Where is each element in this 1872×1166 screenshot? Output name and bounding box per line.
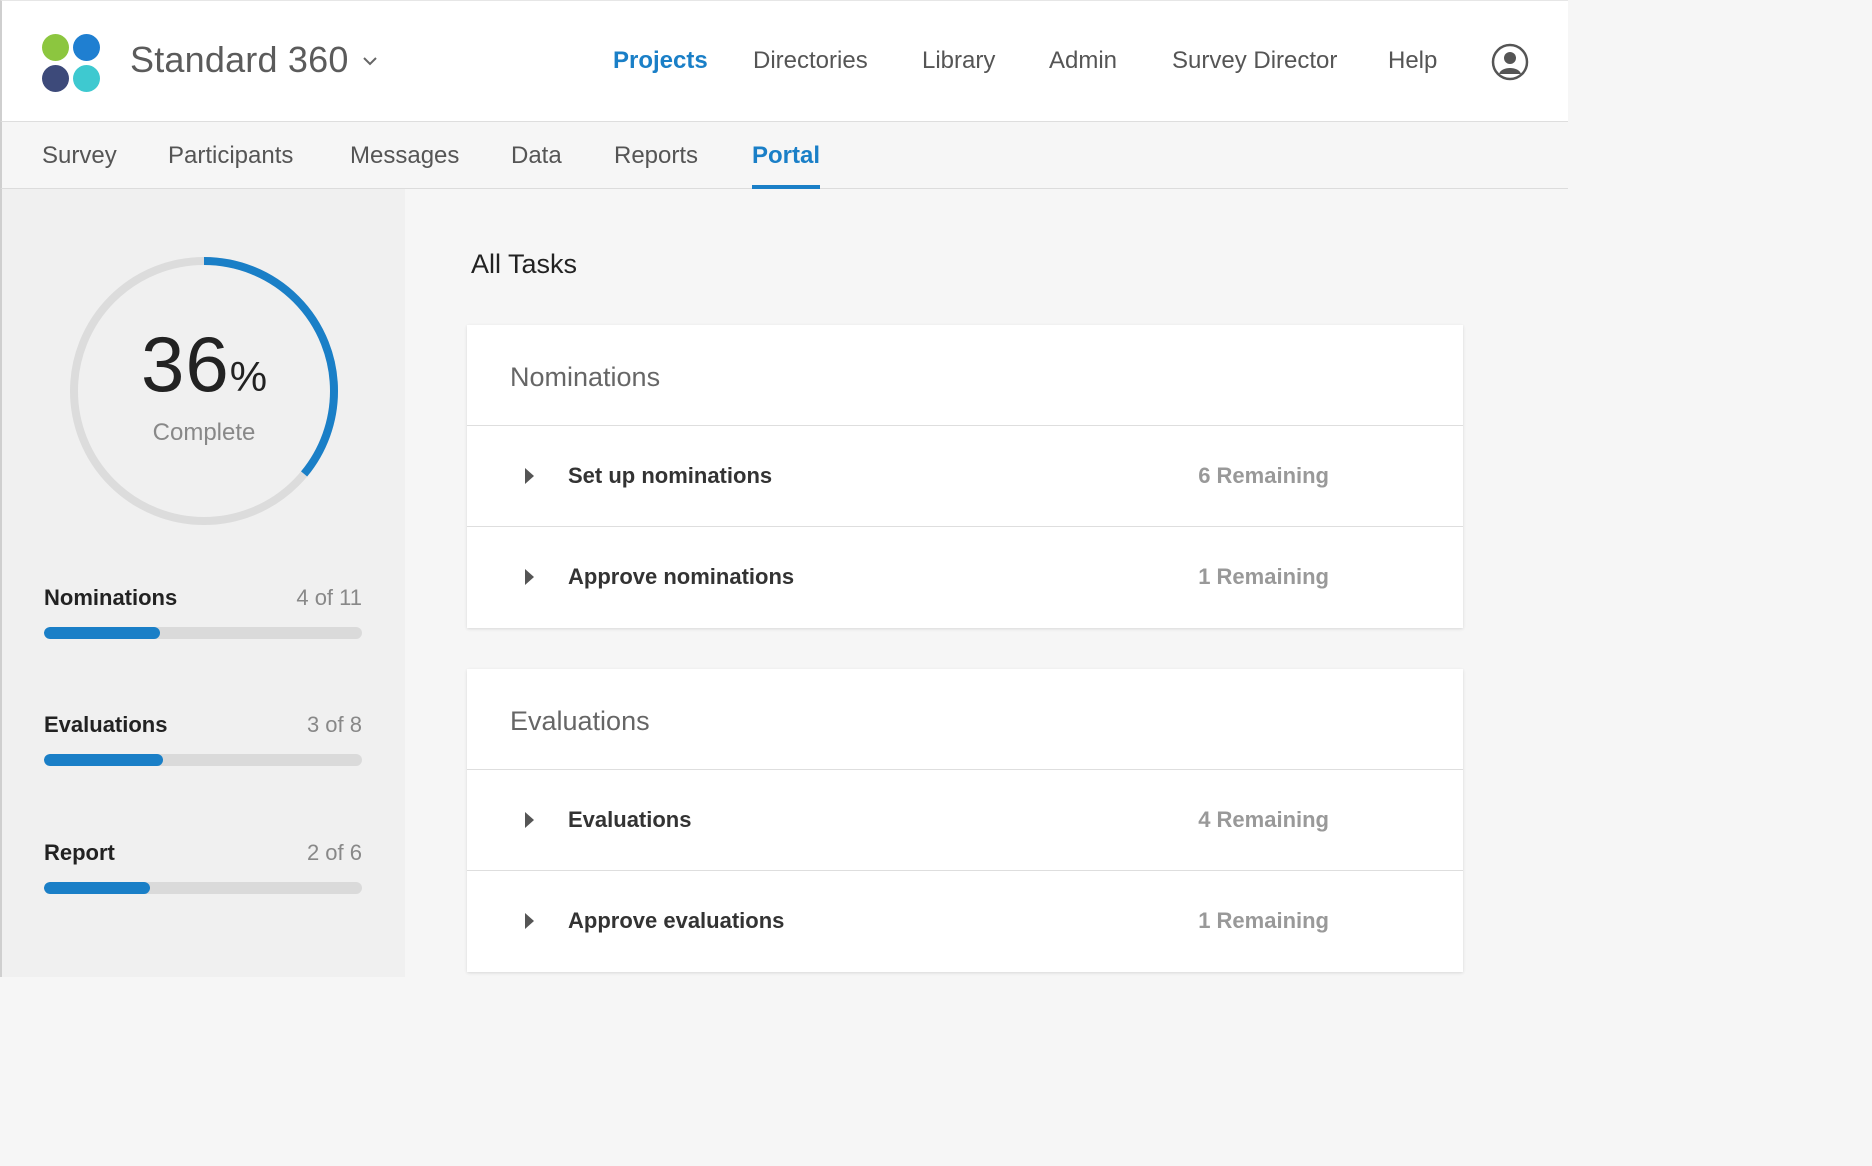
card-header: Nominations bbox=[467, 325, 1463, 426]
completion-percent: 36% bbox=[68, 325, 340, 403]
card-header: Evaluations bbox=[467, 669, 1463, 770]
card-title: Evaluations bbox=[510, 706, 650, 736]
task-name: Approve nominations bbox=[568, 564, 795, 589]
tab-survey[interactable]: Survey bbox=[42, 142, 117, 189]
sub-nav: Survey Participants Messages Data Report… bbox=[0, 122, 1568, 189]
progress-count: 3 of 8 bbox=[306, 712, 362, 737]
task-remaining: 1 Remaining bbox=[1198, 564, 1329, 589]
progress-track bbox=[44, 627, 362, 639]
task-row[interactable]: Evaluations 4 Remaining bbox=[467, 770, 1463, 871]
logo-dot bbox=[73, 34, 100, 61]
progress-fill bbox=[44, 754, 164, 766]
progress-fill bbox=[44, 882, 150, 894]
nav-library[interactable]: Library bbox=[922, 47, 995, 75]
progress-label: Nominations bbox=[44, 585, 178, 610]
top-bar: Standard 360 Projects Directories Librar… bbox=[0, 0, 1568, 122]
nav-admin[interactable]: Admin bbox=[1049, 47, 1117, 75]
progress-track bbox=[44, 882, 362, 894]
caret-right-icon[interactable] bbox=[525, 468, 534, 484]
task-name: Approve evaluations bbox=[568, 908, 785, 933]
task-row[interactable]: Approve evaluations 1 Remaining bbox=[467, 871, 1463, 972]
nav-directories[interactable]: Directories bbox=[753, 47, 868, 75]
progress-count: 2 of 6 bbox=[306, 840, 362, 865]
nav-projects[interactable]: Projects bbox=[613, 47, 708, 75]
tab-messages[interactable]: Messages bbox=[350, 142, 459, 189]
logo-dot bbox=[73, 65, 100, 92]
tab-participants[interactable]: Participants bbox=[168, 142, 293, 189]
main-content: All Tasks Nominations Set up nominations… bbox=[405, 189, 1568, 977]
task-row[interactable]: Approve nominations 1 Remaining bbox=[467, 527, 1463, 628]
logo-dot bbox=[42, 34, 69, 61]
completion-label: Complete bbox=[152, 419, 256, 446]
caret-right-icon[interactable] bbox=[525, 812, 534, 828]
task-remaining: 1 Remaining bbox=[1198, 908, 1329, 933]
task-name: Evaluations bbox=[568, 807, 692, 832]
progress-track bbox=[44, 754, 362, 766]
caret-right-icon[interactable] bbox=[525, 913, 534, 929]
task-remaining: 6 Remaining bbox=[1198, 463, 1329, 488]
tab-reports[interactable]: Reports bbox=[614, 142, 698, 189]
page-title: All Tasks bbox=[471, 249, 578, 279]
progress-label: Report bbox=[44, 840, 115, 865]
task-name: Set up nominations bbox=[568, 463, 773, 488]
caret-right-icon[interactable] bbox=[525, 569, 534, 585]
task-row[interactable]: Set up nominations 6 Remaining bbox=[467, 426, 1463, 527]
logo-dot bbox=[42, 65, 69, 92]
nav-survey-director[interactable]: Survey Director bbox=[1172, 47, 1337, 75]
progress-sidebar: 36% Complete Nominations 4 of 11 Evaluat… bbox=[0, 189, 405, 977]
brand-logo-icon[interactable] bbox=[42, 34, 100, 92]
card-title: Nominations bbox=[510, 362, 661, 392]
tab-data[interactable]: Data bbox=[511, 142, 562, 189]
progress-fill bbox=[44, 627, 160, 639]
progress-count: 4 of 11 bbox=[296, 585, 362, 610]
chevron-down-icon[interactable] bbox=[362, 55, 378, 67]
user-avatar-icon[interactable] bbox=[1491, 43, 1529, 81]
project-name[interactable]: Standard 360 bbox=[130, 39, 349, 81]
task-remaining: 4 Remaining bbox=[1198, 807, 1329, 832]
task-card-nominations: Nominations Set up nominations 6 Remaini… bbox=[467, 325, 1463, 628]
completion-percent-symbol: % bbox=[229, 353, 268, 400]
tab-portal[interactable]: Portal bbox=[752, 142, 821, 189]
nav-help[interactable]: Help bbox=[1388, 47, 1437, 75]
task-card-evaluations: Evaluations Evaluations 4 Remaining Appr… bbox=[467, 669, 1463, 972]
progress-label: Evaluations bbox=[44, 712, 168, 737]
completion-percent-number: 36 bbox=[140, 320, 230, 408]
